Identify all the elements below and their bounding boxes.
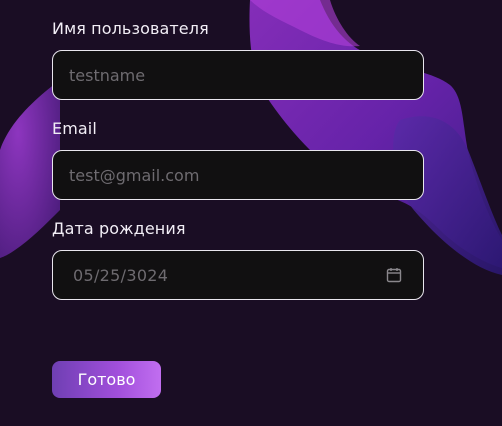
- birthdate-label: Дата рождения: [52, 219, 186, 238]
- submit-button[interactable]: Готово: [52, 361, 161, 398]
- email-label: Email: [52, 119, 97, 138]
- birthdate-year[interactable]: 3024: [126, 266, 168, 285]
- birthdate-month[interactable]: 05: [73, 266, 94, 285]
- birthdate-day[interactable]: 25: [100, 266, 121, 285]
- birthdate-field[interactable]: 05/25/3024: [52, 250, 424, 300]
- email-input[interactable]: [69, 165, 407, 185]
- username-input[interactable]: [69, 65, 407, 85]
- username-label: Имя пользователя: [52, 19, 209, 38]
- birthdate-value[interactable]: 05/25/3024: [73, 266, 168, 285]
- username-field[interactable]: [52, 50, 424, 100]
- calendar-icon[interactable]: [385, 266, 403, 284]
- email-field[interactable]: [52, 150, 424, 200]
